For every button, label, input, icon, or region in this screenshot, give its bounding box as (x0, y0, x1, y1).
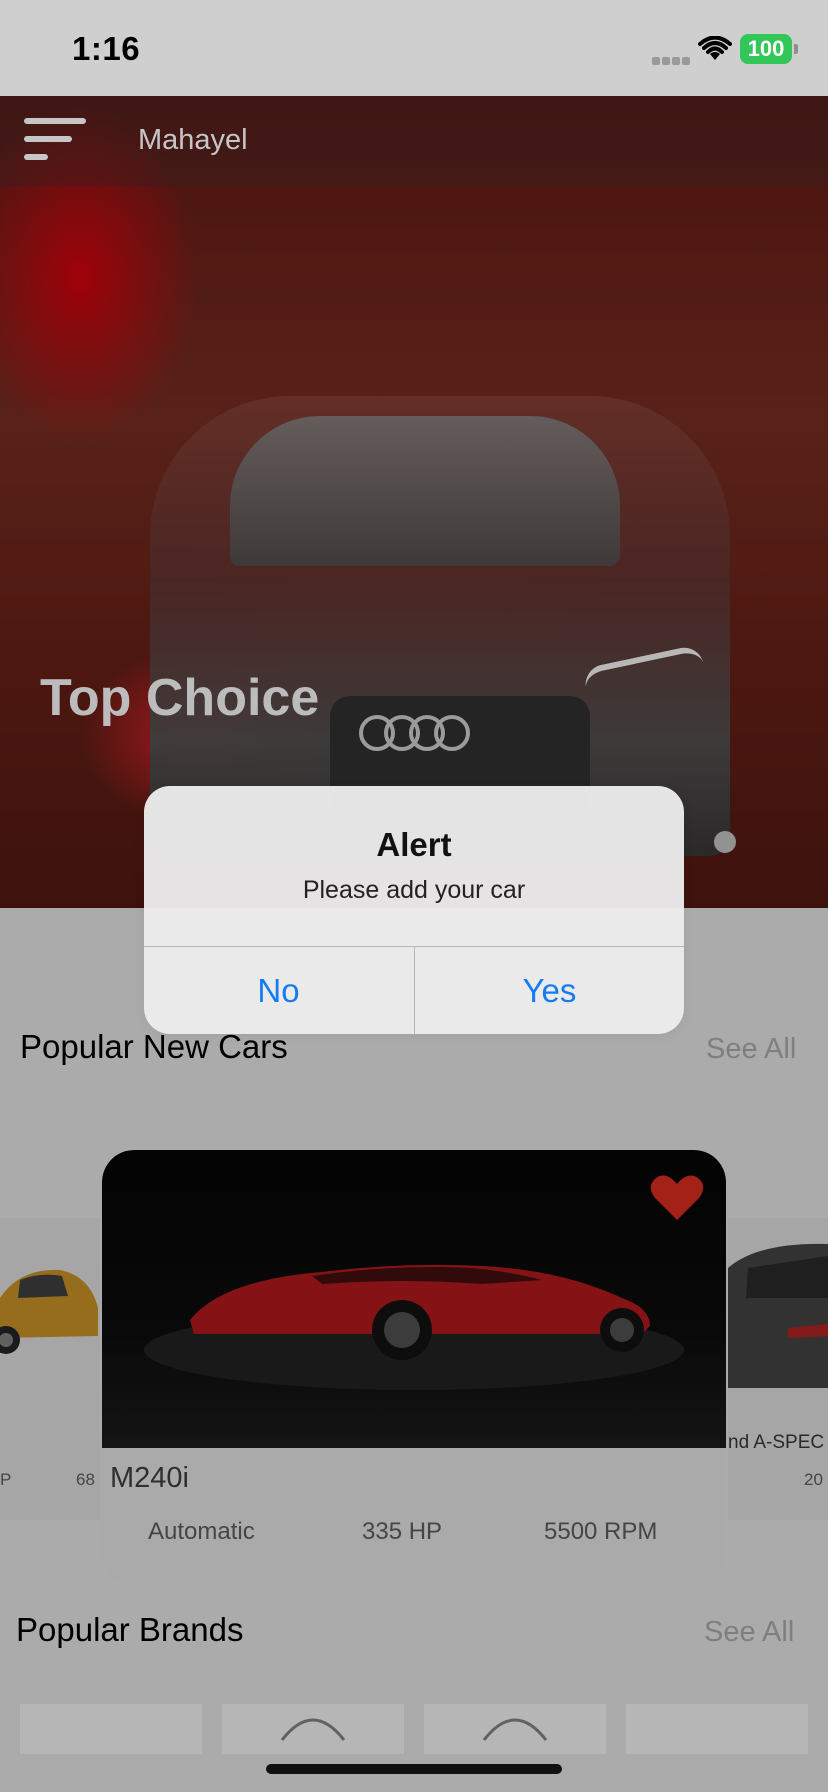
alert-title: Alert (376, 826, 452, 863)
alert-content (144, 786, 684, 946)
alert-dialog: Alert Please add your car No Yes (144, 786, 684, 1034)
cell-signal-icon (652, 52, 692, 70)
alert-message: Please add your car (302, 876, 526, 904)
home-indicator[interactable] (266, 1764, 562, 1774)
status-time: 1:16 (72, 30, 141, 67)
alert-no-button[interactable]: No (144, 947, 413, 1034)
battery-icon: 100 (740, 34, 792, 64)
alert-yes-button[interactable]: Yes (415, 947, 684, 1034)
battery-cap (794, 44, 798, 54)
wifi-icon (698, 35, 732, 67)
